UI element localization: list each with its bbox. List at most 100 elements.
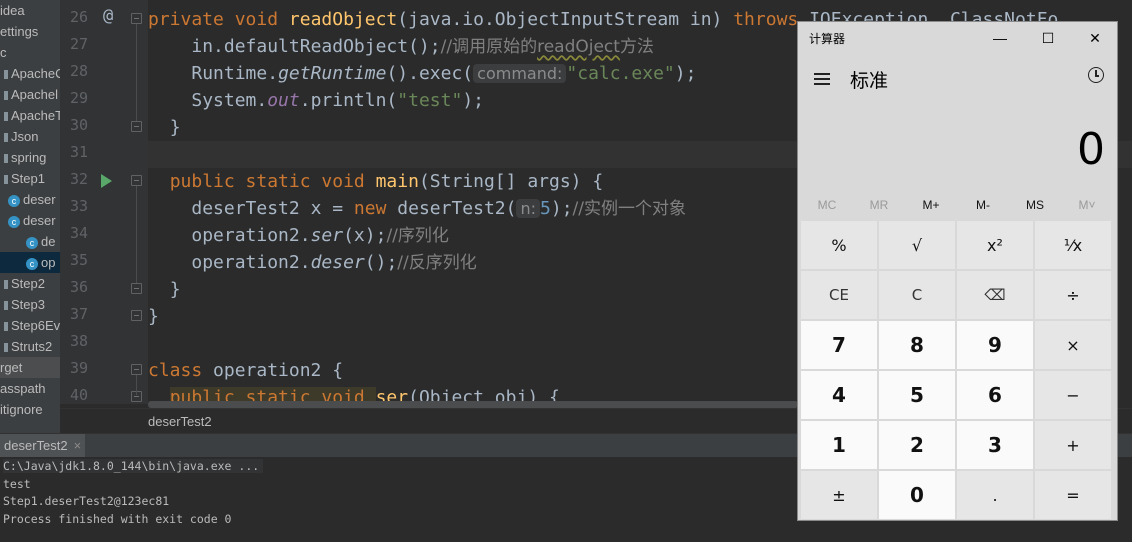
line-number: 36	[69, 278, 88, 296]
fold-marker-icon[interactable]	[131, 364, 142, 375]
negate-button[interactable]: ±	[801, 471, 877, 519]
sqrt-button[interactable]: √	[879, 221, 955, 269]
hamburger-menu-icon[interactable]	[814, 73, 830, 88]
code-line-36: }	[169, 279, 181, 300]
tree-item-label: Step2	[11, 276, 45, 291]
tree-item-label: Step1	[11, 171, 45, 186]
memory-button-mplus[interactable]: M+	[905, 198, 957, 212]
tree-item-label: asspath	[0, 381, 46, 396]
tree-item-label: rget	[0, 360, 23, 375]
tree-item-apachel[interactable]: Apachel	[0, 84, 60, 105]
equals-button[interactable]: =	[1035, 471, 1111, 519]
tree-item-label: ApacheT	[11, 108, 60, 123]
add-button[interactable]: +	[1035, 421, 1111, 469]
code-line-30: }	[169, 117, 181, 138]
digit-7-button[interactable]: 7	[801, 321, 877, 369]
clear-button[interactable]: C	[879, 271, 955, 319]
horizontal-scrollbar[interactable]	[148, 401, 798, 408]
line-number: 26	[69, 8, 88, 26]
tree-item-label: Apachel	[11, 87, 58, 102]
line-number: 33	[69, 197, 88, 215]
digit-8-button[interactable]: 8	[879, 321, 955, 369]
tree-item-idea[interactable]: idea	[0, 0, 60, 21]
tree-item-label: spring	[11, 150, 47, 165]
tree-item-rget[interactable]: rget	[0, 357, 60, 378]
tree-item-struts2[interactable]: Struts2	[0, 336, 60, 357]
digit-3-button[interactable]: 3	[957, 421, 1033, 469]
tree-item-ettings[interactable]: ettings	[0, 21, 60, 42]
tree-item-json[interactable]: Json	[0, 126, 60, 147]
tree-item-de[interactable]: c de	[0, 231, 60, 252]
clear-entry-button[interactable]: CE	[801, 271, 877, 319]
memory-button-m: M˅	[1078, 198, 1096, 212]
minimize-button[interactable]: —	[987, 26, 1013, 50]
memory-button-mr: MR	[869, 198, 889, 212]
line-number: 34	[69, 224, 88, 242]
tree-item-label: Step6Evil	[11, 318, 60, 333]
backspace-button[interactable]: ⌫	[957, 271, 1033, 319]
fold-marker-icon[interactable]	[131, 13, 142, 24]
reciprocal-button[interactable]: ¹⁄x	[1035, 221, 1111, 269]
tree-item-label: idea	[0, 3, 25, 18]
tree-item-c[interactable]: c	[0, 42, 60, 63]
digit-4-button[interactable]: 4	[801, 371, 877, 419]
tree-item-step1[interactable]: Step1	[0, 168, 60, 189]
divide-button[interactable]: ÷	[1035, 271, 1111, 319]
run-tab-desertest2[interactable]: deserTest2 ×	[0, 434, 86, 458]
fold-marker-icon[interactable]	[131, 283, 142, 294]
run-gutter-icon[interactable]	[101, 174, 112, 188]
tree-item-apachec[interactable]: ApacheC	[0, 63, 60, 84]
folder-icon	[4, 70, 8, 80]
calculator-display: 0	[1077, 124, 1105, 175]
tree-item-spring[interactable]: spring	[0, 147, 60, 168]
window-title: 计算器	[809, 32, 846, 46]
tree-item-deser[interactable]: c deser	[0, 189, 60, 210]
digit-6-button[interactable]: 6	[957, 371, 1033, 419]
digit-1-button[interactable]: 1	[801, 421, 877, 469]
multiply-button[interactable]: ×	[1035, 321, 1111, 369]
line-number: 32	[69, 170, 88, 188]
percent-button[interactable]: %	[801, 221, 877, 269]
folder-icon	[4, 280, 8, 290]
digit-0-button[interactable]: 0	[879, 471, 955, 519]
tree-item-itignore[interactable]: itignore	[0, 399, 60, 420]
project-tree[interactable]: idea ettings c ApacheC Apachel ApacheT Json spr…	[0, 0, 60, 433]
line-number: 39	[69, 359, 88, 377]
fold-guide	[136, 375, 137, 395]
console-line-output: Step1.deserTest2@123ec81	[3, 494, 170, 508]
tree-item-op[interactable]: c op	[0, 252, 60, 273]
calculator-titlebar[interactable]: 计算器 — ☐ ✕	[798, 22, 1117, 54]
calculator-mode-title: 标准	[850, 70, 889, 92]
tree-item-asspath[interactable]: asspath	[0, 378, 60, 399]
digit-5-button[interactable]: 5	[879, 371, 955, 419]
line-number: 28	[69, 62, 88, 80]
line-number: 40	[69, 386, 88, 404]
memory-button-mminus[interactable]: M-	[957, 198, 1009, 212]
tree-item-apachet[interactable]: ApacheT	[0, 105, 60, 126]
tree-item-step2[interactable]: Step2	[0, 273, 60, 294]
code-line-32: public static void main(String[] args) {	[169, 171, 604, 192]
memory-button-ms[interactable]: MS	[1009, 198, 1061, 212]
subtract-button[interactable]: −	[1035, 371, 1111, 419]
folder-icon	[4, 322, 8, 332]
folder-icon	[4, 133, 8, 143]
class-icon: c	[26, 257, 38, 270]
fold-marker-icon[interactable]	[131, 310, 142, 321]
digit-2-button[interactable]: 2	[879, 421, 955, 469]
tree-item-step6evil[interactable]: Step6Evil	[0, 315, 60, 336]
line-number: 30	[69, 116, 88, 134]
close-button[interactable]: ✕	[1082, 26, 1108, 50]
digit-9-button[interactable]: 9	[957, 321, 1033, 369]
maximize-button[interactable]: ☐	[1035, 26, 1061, 50]
override-annotation-icon[interactable]: @	[103, 6, 113, 26]
tree-item-deser[interactable]: c deser	[0, 210, 60, 231]
tree-item-step3[interactable]: Step3	[0, 294, 60, 315]
line-number: 29	[69, 89, 88, 107]
square-button[interactable]: x²	[957, 221, 1033, 269]
tree-item-label: deser	[23, 213, 56, 228]
decimal-button[interactable]: .	[957, 471, 1033, 519]
close-icon[interactable]: ×	[74, 438, 82, 453]
fold-marker-icon[interactable]	[131, 175, 142, 186]
history-icon[interactable]	[1088, 67, 1104, 83]
fold-marker-icon[interactable]	[131, 121, 142, 132]
